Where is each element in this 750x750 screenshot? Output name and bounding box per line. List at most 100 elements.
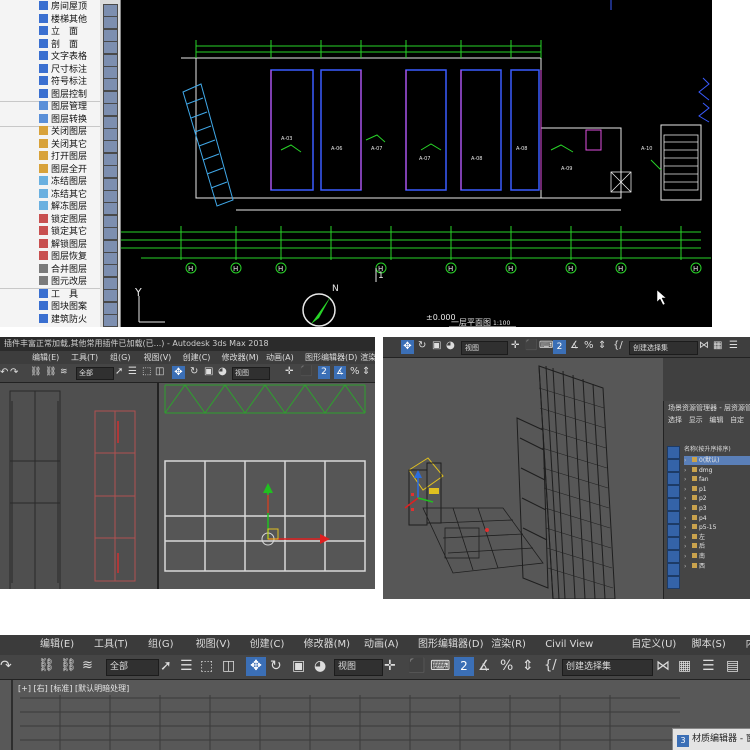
cad-tool-button[interactable]: [103, 227, 118, 241]
cad-menu-item[interactable]: 楼梯其他: [0, 13, 100, 26]
expand-arrow-icon[interactable]: ›: [684, 504, 690, 513]
angle-snap-icon[interactable]: ∡: [570, 340, 579, 351]
cad-tool-button[interactable]: [103, 41, 118, 55]
scale-icon[interactable]: ▣: [292, 658, 305, 674]
toggle-ribbon-icon[interactable]: ▤: [726, 658, 739, 674]
cad-tool-button[interactable]: [103, 4, 118, 17]
expand-arrow-icon[interactable]: ›: [684, 456, 690, 465]
layer-row[interactable]: › 左: [684, 533, 750, 542]
layer-explorer-icon[interactable]: ☰: [702, 658, 715, 674]
cad-menu-item[interactable]: 解冻图层: [0, 201, 100, 213]
menu-item[interactable]: 图形编辑器(D): [305, 351, 357, 364]
cad-tool-button[interactable]: [103, 276, 118, 290]
cad-tool-button[interactable]: [103, 314, 118, 327]
snap-toggle-icon[interactable]: 2: [318, 366, 330, 379]
scene-explorer-filter-button[interactable]: [667, 485, 680, 498]
menu-item[interactable]: 创建(C): [250, 635, 285, 655]
pivot-center-icon[interactable]: ✛: [285, 366, 293, 377]
snap-toggle-icon[interactable]: 2: [454, 657, 474, 676]
percent-snap-icon[interactable]: %: [350, 366, 360, 377]
select-manipulate-icon[interactable]: ⬛: [300, 366, 312, 377]
layer-row[interactable]: › 后: [684, 542, 750, 551]
spinner-snap-icon[interactable]: ⇕: [522, 658, 534, 674]
cad-menu-item[interactable]: 锁定其它: [0, 226, 100, 238]
cad-menu-item[interactable]: 打开图层: [0, 151, 100, 163]
cad-tool-button[interactable]: [103, 289, 118, 303]
cad-tool-button[interactable]: [103, 115, 118, 129]
menu-item[interactable]: 渲染(R): [491, 635, 526, 655]
edit-named-selection-icon[interactable]: {/: [544, 658, 557, 673]
pivot-center-icon[interactable]: ✛: [384, 658, 396, 674]
move-icon[interactable]: ✥: [172, 366, 185, 379]
rotate-icon[interactable]: ↻: [190, 366, 198, 377]
menu-item[interactable]: 动画(A): [364, 635, 399, 655]
select-by-name-icon[interactable]: ☰: [128, 366, 137, 377]
angle-snap-icon[interactable]: ∡: [478, 658, 491, 674]
cad-tool-button[interactable]: [103, 28, 118, 42]
menu-item[interactable]: 编辑(E): [40, 635, 74, 655]
named-selection-dropdown[interactable]: 创建选择集: [562, 659, 653, 676]
cad-tool-button[interactable]: [103, 214, 118, 228]
expand-arrow-icon[interactable]: ›: [684, 475, 690, 484]
menu-item[interactable]: 创建(C): [183, 351, 211, 364]
percent-snap-icon[interactable]: %: [500, 658, 513, 674]
cad-tool-button[interactable]: [103, 301, 118, 315]
expand-arrow-icon[interactable]: ›: [684, 542, 690, 551]
rotate-icon[interactable]: ↻: [418, 340, 426, 351]
cad-tool-button[interactable]: [103, 53, 118, 67]
cad-tool-button[interactable]: [103, 103, 118, 117]
select-manipulate-icon[interactable]: ⬛: [408, 658, 425, 674]
expand-arrow-icon[interactable]: ›: [684, 533, 690, 542]
cad-tool-button[interactable]: [103, 177, 118, 191]
cad-menu-item[interactable]: 锁定图层: [0, 213, 100, 226]
cad-tool-button[interactable]: [103, 252, 118, 265]
layer-row[interactable]: › p1: [684, 485, 750, 494]
cad-menu-item[interactable]: 图层全开: [0, 163, 100, 176]
scene-explorer-filter-button[interactable]: [667, 459, 680, 472]
layer-row[interactable]: › 西: [684, 562, 750, 571]
redo-icon[interactable]: ↷: [0, 658, 12, 674]
cad-menu-item[interactable]: 图层恢复: [0, 251, 100, 263]
menu-item[interactable]: 工具(T): [94, 635, 128, 655]
cad-tool-button[interactable]: [103, 16, 118, 30]
menu-item[interactable]: 工具(T): [71, 351, 98, 364]
cad-menu-item[interactable]: 立 面: [0, 26, 100, 38]
cad-menu-item[interactable]: 图层控制: [0, 88, 100, 102]
move-gizmo-icon[interactable]: [261, 483, 330, 546]
named-selection-dropdown[interactable]: 创建选择集: [629, 341, 698, 355]
menu-item[interactable]: 组(G): [148, 635, 174, 655]
spinner-snap-icon[interactable]: ⇕: [362, 366, 370, 377]
expand-arrow-icon[interactable]: ›: [684, 562, 690, 571]
menu-item[interactable]: 编辑(E): [32, 351, 59, 364]
mirror-icon[interactable]: ⋈: [699, 340, 709, 351]
menu-item[interactable]: 修改器(M): [304, 635, 350, 655]
cad-menu-item[interactable]: 房间屋顶: [0, 1, 100, 13]
menu-item[interactable]: 动画(A): [266, 351, 294, 364]
scene-explorer-menu-display[interactable]: 显示: [689, 416, 703, 424]
menu-item[interactable]: 渲染(R): [360, 351, 375, 364]
align-icon[interactable]: ▦: [678, 658, 691, 674]
cad-tool-button[interactable]: [103, 66, 118, 79]
layer-row[interactable]: › p3: [684, 504, 750, 513]
bind-space-warp-icon[interactable]: ≋: [60, 367, 68, 377]
mirror-icon[interactable]: ⋈: [656, 658, 670, 674]
edit-named-selection-icon[interactable]: {/: [613, 340, 623, 351]
expand-arrow-icon[interactable]: ›: [684, 466, 690, 475]
pivot-center-icon[interactable]: ✛: [511, 340, 519, 351]
expand-arrow-icon[interactable]: ›: [684, 523, 690, 532]
layer-row[interactable]: › p4: [684, 514, 750, 523]
scale-icon[interactable]: ▣: [432, 340, 441, 351]
rotate-icon[interactable]: ↻: [270, 658, 282, 674]
menu-item[interactable]: 修改器(M): [222, 351, 259, 364]
rectangular-selection-icon[interactable]: ⬚: [142, 366, 151, 377]
cad-menu-item[interactable]: 图层管理: [0, 101, 100, 113]
viewport-area[interactable]: [0, 383, 375, 589]
layer-row[interactable]: › p5-15: [684, 523, 750, 532]
menu-item[interactable]: 内容: [746, 635, 750, 655]
cad-drawing-viewport[interactable]: HHHHHHHHH Y 1 N ±0.000 一层平面图 1:100 A-03 …: [121, 0, 712, 327]
select-object-icon[interactable]: ➚: [160, 658, 172, 674]
viewport-area[interactable]: [+] [右] [标准] [默认明暗处理] 3 材质编辑器 - 窗: [0, 680, 750, 750]
placement-icon[interactable]: ◕: [218, 366, 227, 377]
window-crossing-icon[interactable]: ◫: [222, 658, 235, 674]
scene-explorer-filter-button[interactable]: [667, 537, 680, 550]
